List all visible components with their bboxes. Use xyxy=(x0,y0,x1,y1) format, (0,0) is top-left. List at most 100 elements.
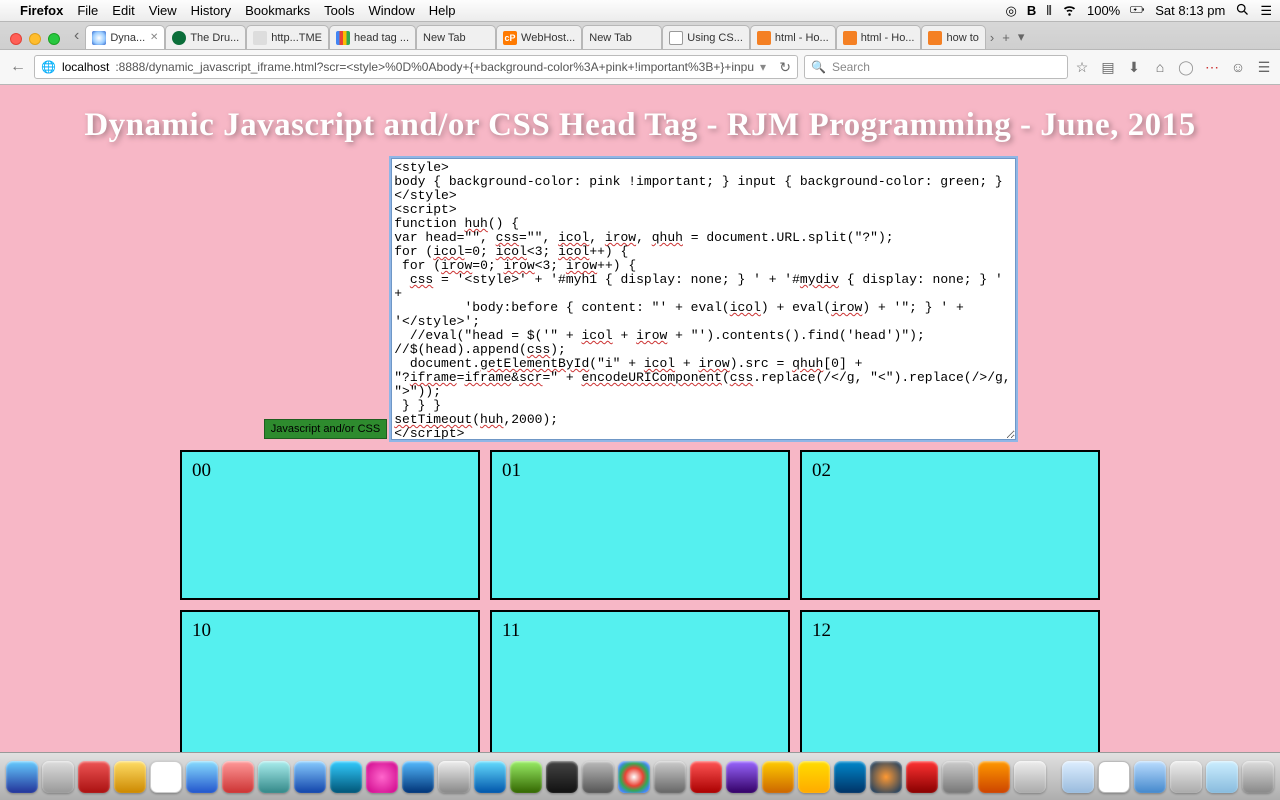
tab-7[interactable]: Using CS... xyxy=(662,25,750,49)
url-bar[interactable]: 🌐 localhost:8888/dynamic_javascript_ifra… xyxy=(34,55,798,79)
tab-1[interactable]: The Dru... xyxy=(165,25,246,49)
tab-6[interactable]: New Tab xyxy=(582,25,662,49)
back-button[interactable]: ← xyxy=(8,58,28,76)
reload-button[interactable]: ↻ xyxy=(779,59,791,76)
dock-folder-icon[interactable] xyxy=(1134,761,1166,793)
terminal-icon[interactable] xyxy=(546,761,578,793)
dock-app-icon[interactable] xyxy=(834,761,866,793)
search-icon: 🔍 xyxy=(811,60,826,74)
notifications-icon[interactable]: ☰ xyxy=(1260,3,1272,19)
tab-4[interactable]: New Tab xyxy=(416,25,496,49)
menu-window[interactable]: Window xyxy=(369,3,415,18)
dock-folder-icon[interactable] xyxy=(1098,761,1130,793)
dots-icon[interactable]: ⋯ xyxy=(1204,59,1220,76)
tab-overflow-button[interactable]: ▾ xyxy=(1018,29,1025,45)
circle-icon[interactable]: ◎ xyxy=(1006,3,1017,19)
menu-file[interactable]: File xyxy=(77,3,98,18)
tab-10[interactable]: how to xyxy=(921,25,985,49)
dock-app-icon[interactable] xyxy=(510,761,542,793)
safari-icon[interactable] xyxy=(330,761,362,793)
menu-view[interactable]: View xyxy=(149,3,177,18)
dock-app-icon[interactable] xyxy=(762,761,794,793)
tab-8[interactable]: html - Ho... xyxy=(750,25,836,49)
mac-menubar: Firefox File Edit View History Bookmarks… xyxy=(0,0,1280,22)
wifi-icon[interactable] xyxy=(1062,2,1077,20)
window-controls xyxy=(4,33,68,49)
stackoverflow-icon xyxy=(843,31,857,45)
opera-icon[interactable] xyxy=(690,761,722,793)
dock-app-icon[interactable] xyxy=(582,761,614,793)
imovie-icon[interactable] xyxy=(726,761,758,793)
window-minimize-button[interactable] xyxy=(29,33,41,45)
dock-app-icon[interactable] xyxy=(222,761,254,793)
tab-label: html - Ho... xyxy=(775,32,829,44)
itunes-icon[interactable] xyxy=(366,761,398,793)
menu-edit[interactable]: Edit xyxy=(112,3,134,18)
tab-3[interactable]: head tag ... xyxy=(329,25,416,49)
menu-bookmarks[interactable]: Bookmarks xyxy=(245,3,310,18)
cell-12[interactable]: 12 xyxy=(800,610,1100,753)
dock-app-icon[interactable] xyxy=(78,761,110,793)
home-icon[interactable]: ⌂ xyxy=(1152,59,1168,75)
downloads-folder-icon[interactable] xyxy=(1206,761,1238,793)
tab-nav-left[interactable]: ‹ xyxy=(74,27,79,49)
clock[interactable]: Sat 8:13 pm xyxy=(1155,3,1225,18)
dock-app-icon[interactable] xyxy=(1014,761,1046,793)
window-close-button[interactable] xyxy=(10,33,22,45)
battery-percent: 100% xyxy=(1087,3,1120,18)
downloads-icon[interactable]: ⬇ xyxy=(1126,59,1142,76)
smile-icon[interactable]: ☺ xyxy=(1230,59,1246,75)
js-css-button[interactable]: Javascript and/or CSS xyxy=(264,419,387,439)
mail-icon[interactable] xyxy=(294,761,326,793)
tab-nav-right[interactable]: › xyxy=(990,30,994,45)
app-name[interactable]: Firefox xyxy=(20,3,63,18)
tab-5[interactable]: cP WebHost... xyxy=(496,25,582,49)
window-maximize-button[interactable] xyxy=(48,33,60,45)
bold-icon[interactable]: B xyxy=(1027,3,1036,18)
dock-app-icon[interactable] xyxy=(42,761,74,793)
menu-history[interactable]: History xyxy=(191,3,231,18)
favicon-icon xyxy=(172,31,186,45)
stripes-icon[interactable]: ⦀ xyxy=(1046,3,1052,19)
menu-help[interactable]: Help xyxy=(429,3,456,18)
dock-app-icon[interactable] xyxy=(474,761,506,793)
chrome-icon[interactable] xyxy=(618,761,650,793)
tab-9[interactable]: html - Ho... xyxy=(836,25,922,49)
tab-close-icon[interactable]: ✕ xyxy=(150,32,158,43)
code-textarea[interactable]: <style> body { background-color: pink !i… xyxy=(391,158,1016,440)
reader-icon[interactable]: ▤ xyxy=(1100,59,1116,76)
cell-10[interactable]: 10 xyxy=(180,610,480,753)
search-box[interactable]: 🔍 Search xyxy=(804,55,1068,79)
dock-app-icon[interactable] xyxy=(654,761,686,793)
sync-icon[interactable]: ◯ xyxy=(1178,59,1194,76)
dock-app-icon[interactable] xyxy=(258,761,290,793)
trash-icon[interactable] xyxy=(1242,761,1274,793)
cell-11[interactable]: 11 xyxy=(490,610,790,753)
cell-01[interactable]: 01 xyxy=(490,450,790,600)
appstore-icon[interactable] xyxy=(402,761,434,793)
dock-app-icon[interactable] xyxy=(438,761,470,793)
new-tab-button[interactable]: + xyxy=(1002,30,1010,45)
menu-icon[interactable]: ☰ xyxy=(1256,59,1272,76)
mac-dock xyxy=(0,752,1280,800)
cell-02[interactable]: 02 xyxy=(800,450,1100,600)
finder-icon[interactable] xyxy=(6,761,38,793)
url-dropdown-icon[interactable]: ▾ xyxy=(760,60,766,74)
menu-tools[interactable]: Tools xyxy=(324,3,354,18)
dock-app-icon[interactable] xyxy=(798,761,830,793)
dock-app-icon[interactable] xyxy=(114,761,146,793)
tab-0[interactable]: Dyna... ✕ xyxy=(85,25,165,49)
firefox-icon[interactable] xyxy=(870,761,902,793)
dock-app-icon[interactable] xyxy=(942,761,974,793)
dock-folder-icon[interactable] xyxy=(1170,761,1202,793)
spotlight-icon[interactable] xyxy=(1235,2,1250,20)
vlc-icon[interactable] xyxy=(978,761,1010,793)
cell-00[interactable]: 00 xyxy=(180,450,480,600)
filezilla-icon[interactable] xyxy=(906,761,938,793)
calendar-icon[interactable] xyxy=(150,761,182,793)
dock-app-icon[interactable] xyxy=(1062,761,1094,793)
bookmark-star-icon[interactable]: ☆ xyxy=(1074,59,1090,76)
dock-app-icon[interactable] xyxy=(186,761,218,793)
url-host: localhost xyxy=(62,60,109,74)
tab-2[interactable]: http...TME xyxy=(246,25,329,49)
